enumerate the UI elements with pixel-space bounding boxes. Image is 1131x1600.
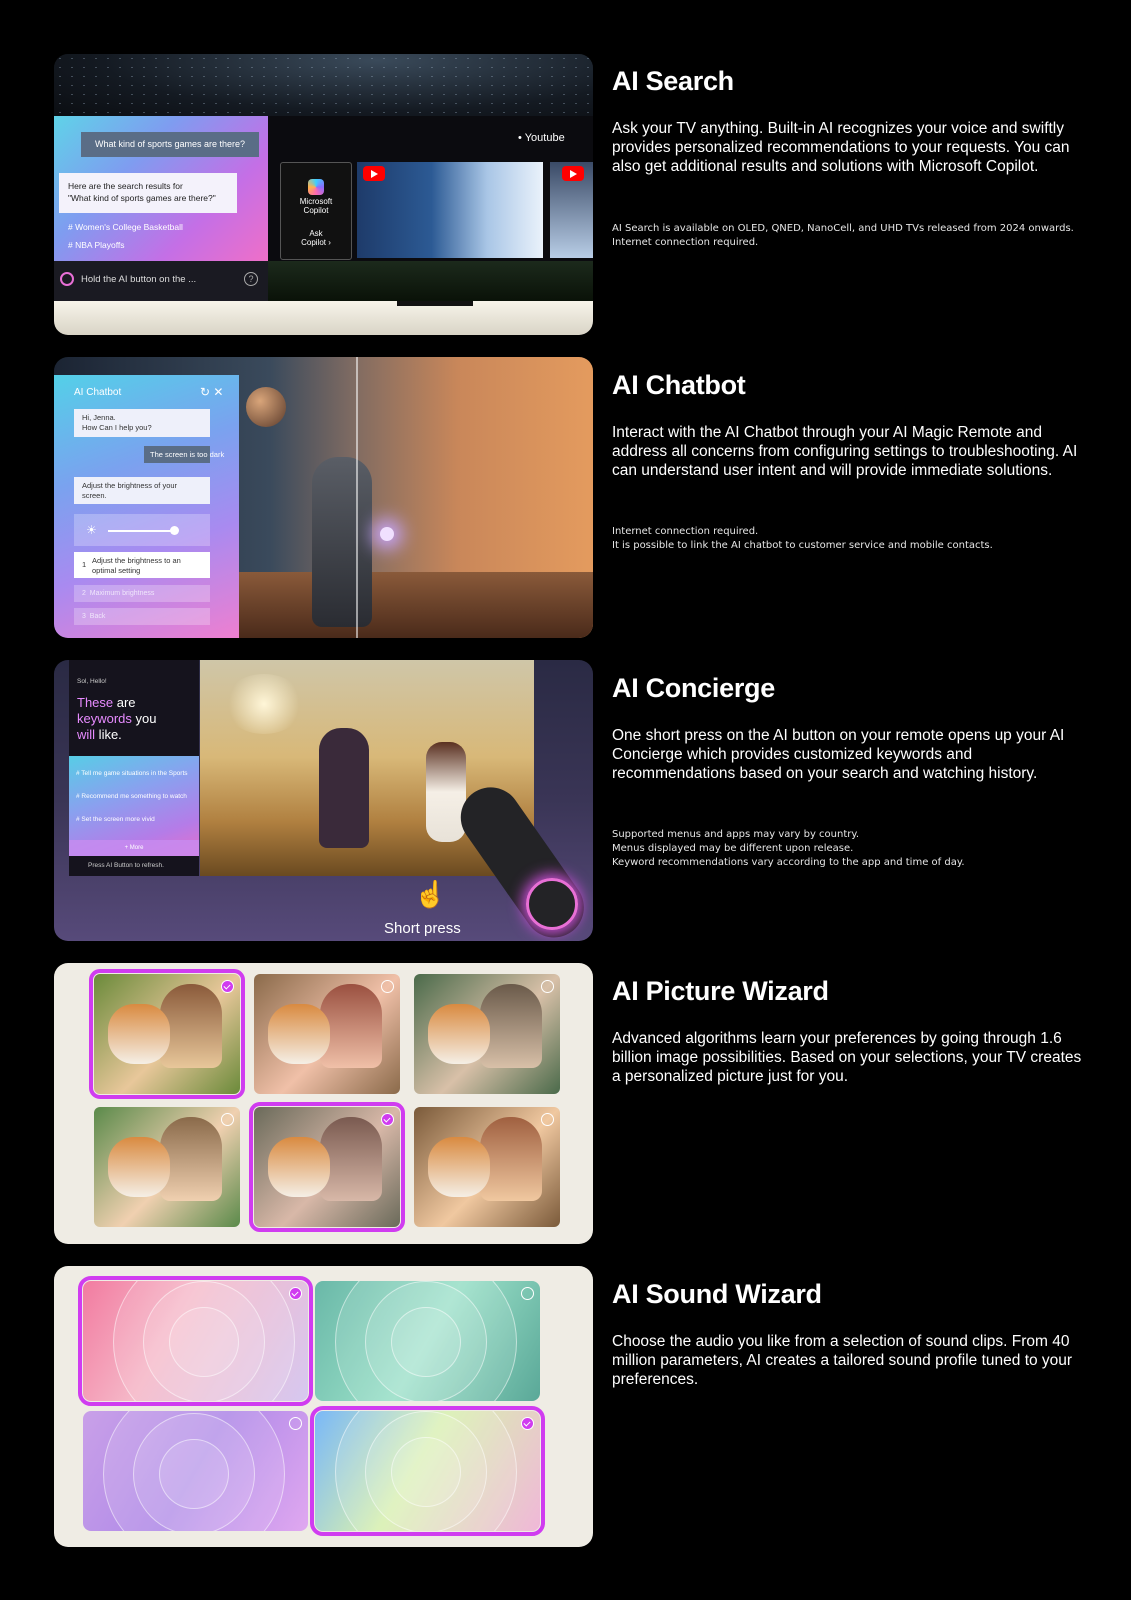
sound-clip-option[interactable] (310, 1406, 545, 1536)
section-description: Interact with the AI Chatbot through you… (612, 424, 1078, 479)
ai-button-highlight (526, 878, 578, 930)
sound-wave-ring (169, 1307, 239, 1377)
copilot-card[interactable]: Microsoft Copilot Ask Copilot › (280, 162, 352, 260)
refresh-icon[interactable]: ↻ (200, 385, 210, 399)
search-question: What kind of sports games are there? (81, 132, 259, 157)
youtube-icon (363, 166, 385, 181)
corgi-figure (428, 1004, 490, 1064)
bot-message: Hi, Jenna. How Can I help you? (74, 409, 210, 437)
hold-hint: Hold the AI button on the ... (81, 274, 197, 285)
brightness-icon: ☀ (86, 523, 97, 537)
section-title: AI Search (612, 66, 734, 96)
sound-clip-option[interactable] (78, 1276, 313, 1406)
chatbot-title: AI Chatbot (74, 387, 122, 398)
concierge-headline: These are keywords you will like. (77, 695, 157, 742)
corgi-figure (268, 1137, 330, 1197)
sound-wave-ring (159, 1439, 229, 1509)
ai-button-icon (60, 272, 74, 286)
more-button[interactable]: + More (69, 840, 199, 856)
section-description: Choose the audio you like from a selecti… (612, 1333, 1073, 1388)
ai-chatbot-text: AI Chatbot Interact with the AI Chatbot … (612, 370, 1082, 551)
youtube-label: • Youtube (518, 132, 565, 144)
unchecked-icon[interactable] (521, 1287, 534, 1300)
keyword-item[interactable]: # Set the screen more vivid (76, 816, 155, 823)
keyword-item[interactable]: # Tell me game situations in the Sports (76, 770, 188, 777)
user-message: The screen is too dark (144, 446, 224, 463)
tv-stand (54, 301, 593, 335)
picture-option[interactable] (414, 974, 560, 1094)
search-tag[interactable]: # Women's College Basketball (68, 222, 183, 232)
unchecked-icon[interactable] (541, 1113, 554, 1126)
corgi-figure (108, 1137, 170, 1197)
unchecked-icon[interactable] (289, 1417, 302, 1430)
option-item[interactable]: 2 Maximum brightness (74, 585, 210, 602)
option-item[interactable]: 1 Adjust the brightness to an optimal se… (74, 552, 210, 578)
section-description: One short press on the AI button on your… (612, 727, 1065, 782)
section-description: Ask your TV anything. Built-in AI recogn… (612, 120, 1070, 175)
sound-clip-option[interactable] (315, 1281, 540, 1401)
ai-sound-wizard-image (54, 1266, 593, 1547)
section-title: AI Chatbot (612, 370, 746, 400)
bot-message: Adjust the brightness of your screen. (74, 477, 210, 504)
corgi-figure (108, 1004, 170, 1064)
ai-search-image: What kind of sports games are there? Her… (54, 54, 593, 335)
slider-handle[interactable] (170, 526, 179, 535)
search-answer: Here are the search results for "What ki… (59, 173, 237, 213)
checked-icon[interactable] (289, 1287, 302, 1300)
picture-option[interactable] (249, 1102, 405, 1232)
short-press-label: Short press (384, 920, 461, 937)
unchecked-icon[interactable] (221, 1113, 234, 1126)
search-tag[interactable]: # NBA Playoffs (68, 240, 125, 250)
section-title: AI Concierge (612, 673, 775, 703)
picture-option[interactable] (94, 1107, 240, 1227)
section-notes: Internet connection required. It is poss… (612, 526, 993, 551)
section-notes: Supported menus and apps may vary by cou… (612, 829, 965, 868)
robot-figure (312, 457, 372, 627)
ai-search-text: AI Search Ask your TV anything. Built-in… (612, 66, 1082, 248)
corgi-figure (428, 1137, 490, 1197)
sound-wave-ring (391, 1307, 461, 1377)
picture-option[interactable] (254, 974, 400, 1094)
hand-tap-icon: ☝ (414, 879, 447, 909)
corgi-figure (268, 1004, 330, 1064)
copilot-logo-icon (308, 179, 324, 195)
option-item[interactable]: 3 Back (74, 608, 210, 625)
section-title: AI Sound Wizard (612, 1279, 822, 1309)
checked-icon[interactable] (521, 1417, 534, 1430)
close-icon[interactable]: ✕ (213, 385, 223, 399)
picture-option[interactable] (414, 1107, 560, 1227)
section-notes: AI Search is available on OLED, QNED, Na… (612, 223, 1074, 248)
unchecked-icon[interactable] (541, 980, 554, 993)
youtube-icon (562, 166, 584, 181)
checked-icon[interactable] (381, 1113, 394, 1126)
ai-concierge-text: AI Concierge One short press on the AI b… (612, 673, 1082, 868)
unchecked-icon[interactable] (381, 980, 394, 993)
refresh-hint: Press AI Button to refresh. (88, 862, 164, 869)
ai-concierge-image: Sol, Hello! These are keywords you will … (54, 660, 593, 941)
ai-sound-wizard-text: AI Sound Wizard Choose the audio you lik… (612, 1279, 1082, 1389)
ai-chatbot-image: AI Chatbot ↻ ✕ Hi, Jenna. How Can I help… (54, 357, 593, 638)
picture-option[interactable] (89, 969, 245, 1099)
help-icon[interactable]: ? (244, 272, 258, 286)
ai-picture-wizard-image (54, 963, 593, 1244)
section-title: AI Picture Wizard (612, 976, 829, 1006)
checked-icon[interactable] (221, 980, 234, 993)
section-description: Advanced algorithms learn your preferenc… (612, 1030, 1082, 1085)
sound-wave-ring (391, 1437, 461, 1507)
ai-picture-wizard-text: AI Picture Wizard Advanced algorithms le… (612, 976, 1082, 1086)
sound-clip-option[interactable] (83, 1411, 308, 1531)
brightness-slider[interactable]: ☀ (74, 514, 210, 546)
greeting: Sol, Hello! (77, 678, 107, 685)
keyword-item[interactable]: # Recommend me something to watch (76, 793, 187, 800)
